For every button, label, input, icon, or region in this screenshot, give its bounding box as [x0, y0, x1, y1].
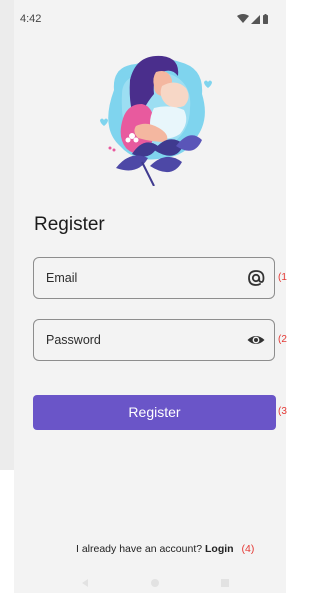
register-marker: (3 [278, 406, 287, 417]
wifi-icon [237, 14, 249, 23]
email-marker: (1 [278, 272, 287, 283]
at-sign-icon [248, 270, 265, 286]
login-marker: (4) [241, 543, 255, 555]
password-field[interactable]: Password [33, 319, 275, 361]
signal-icon [251, 15, 260, 24]
email-placeholder: Email [46, 271, 78, 285]
login-prompt-text: I already have an account? [76, 543, 203, 555]
status-bar: 4:42 [0, 0, 286, 30]
page-title: Register [34, 214, 105, 235]
eye-icon[interactable] [246, 330, 266, 350]
left-shade [0, 0, 14, 470]
navigation-bar [14, 574, 286, 593]
email-field[interactable]: Email [33, 257, 275, 299]
login-link[interactable]: Login [205, 543, 234, 555]
recents-icon[interactable] [220, 578, 230, 588]
status-time: 4:42 [20, 13, 42, 25]
status-icons [237, 14, 268, 24]
register-button[interactable]: Register [33, 395, 276, 430]
battery-icon [263, 14, 268, 24]
password-marker: (2 [278, 334, 287, 345]
home-icon[interactable] [150, 578, 160, 588]
mother-and-baby-illustration [100, 55, 212, 186]
password-placeholder: Password [46, 333, 101, 347]
back-icon[interactable] [80, 578, 90, 588]
login-prompt: I already have an account? Login (4) [76, 543, 254, 555]
